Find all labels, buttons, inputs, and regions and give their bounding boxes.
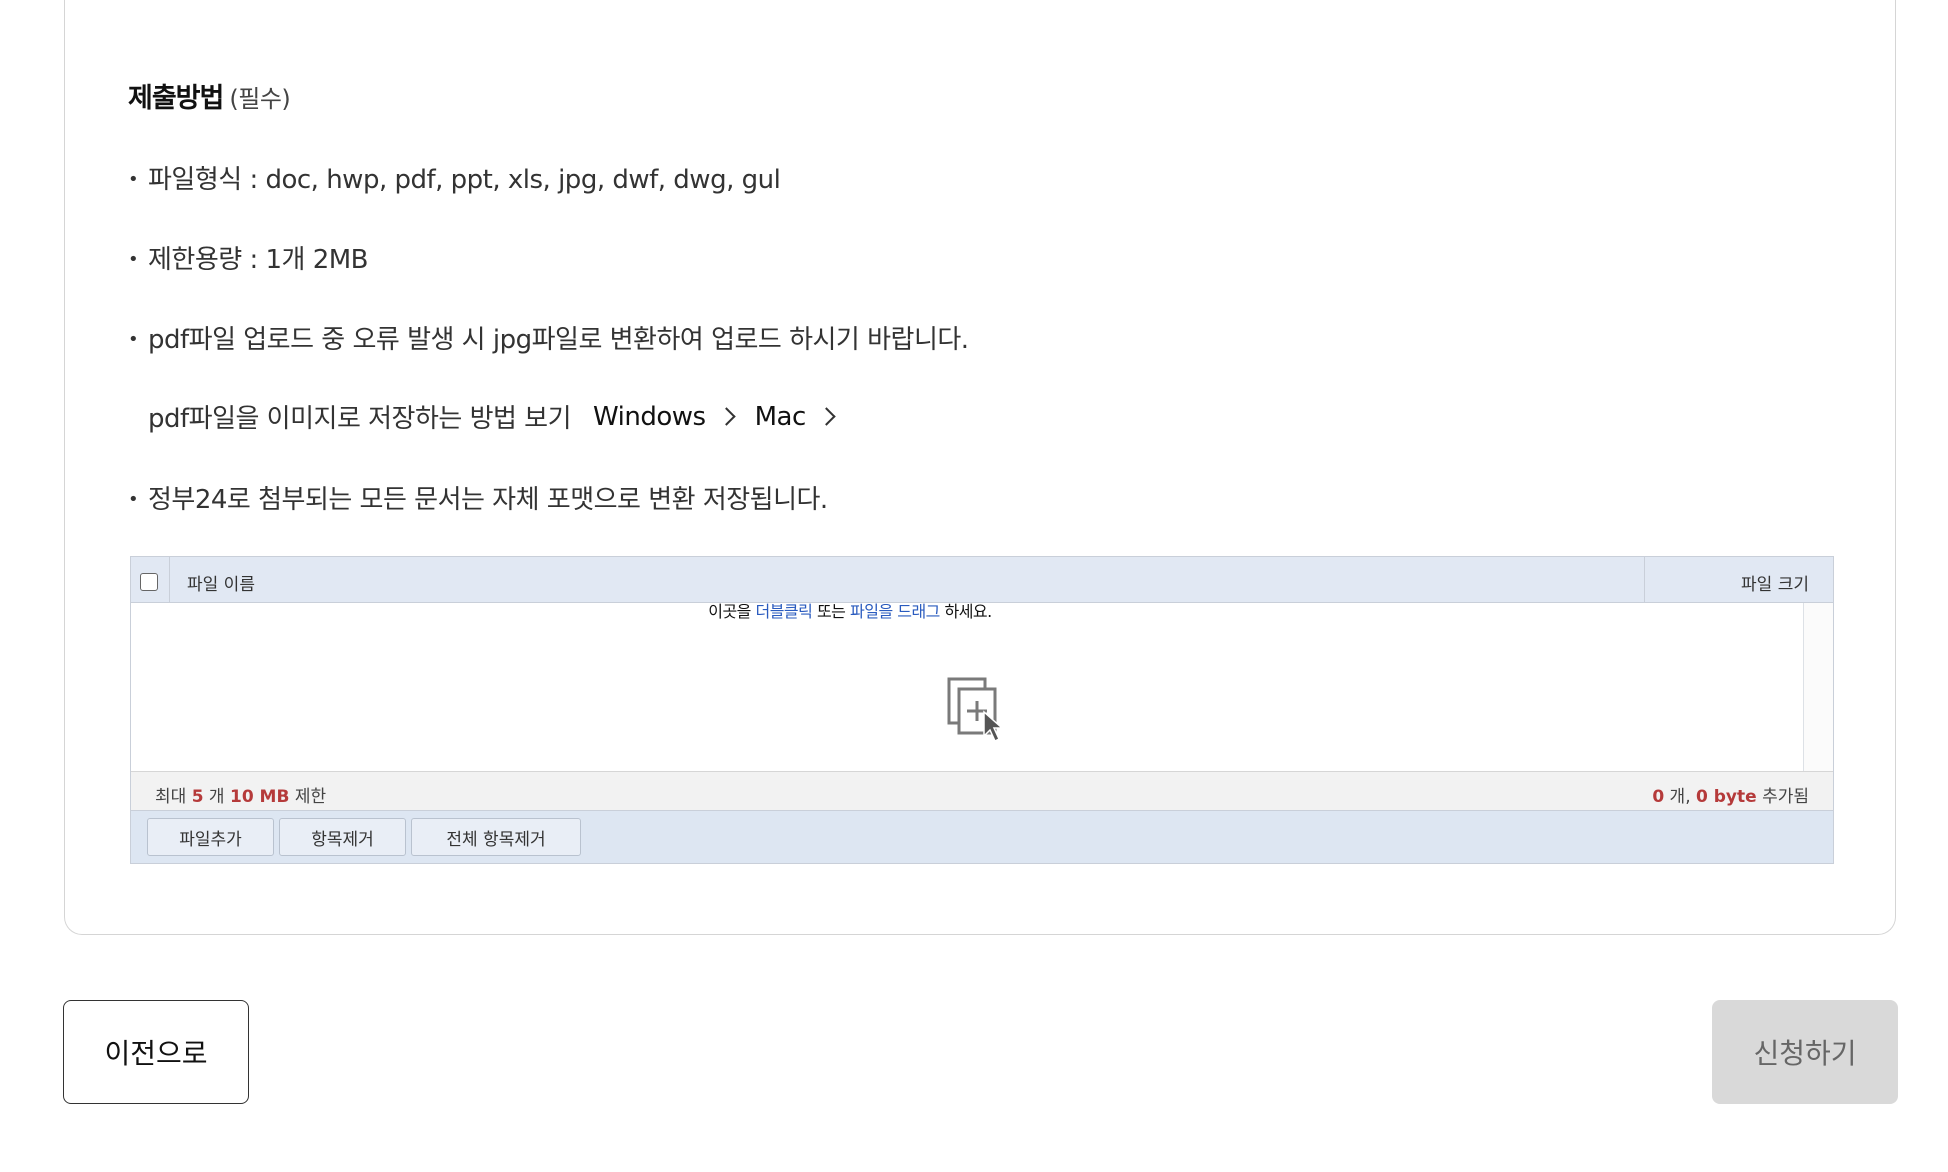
bullet-pdf-error: • pdf파일 업로드 중 오류 발생 시 jpg파일로 변환하여 업로드 하시기… [128,319,969,356]
chevron-right-icon [817,407,836,426]
bullet-file-format: • 파일형식 : doc, hwp, pdf, ppt, xls, jpg, dw… [128,159,781,196]
status-text: 제한 [289,787,327,807]
added-count: 0 [1652,787,1665,807]
hint-drag: 파일을 드래그 [850,602,940,621]
mac-link-label: Mac [754,401,807,432]
pdf-howto-row: pdf파일을 이미지로 저장하는 방법 보기 Windows Mac [148,398,855,435]
remove-item-button[interactable]: 항목제거 [279,818,406,856]
status-text: 최대 [155,787,192,807]
column-file-name: 파일 이름 [187,575,255,595]
column-file-size: 파일 크기 [1741,575,1809,595]
bullet-text: 정부24로 첨부되는 모든 문서는 자체 포맷으로 변환 저장됩니다. [148,485,828,515]
uploader-header: 파일 이름 파일 크기 [131,557,1833,603]
max-count: 5 [191,787,204,807]
windows-link-label: Windows [593,401,706,432]
file-add-cursor-icon [947,677,1004,743]
hint-text: 하세요. [939,602,992,621]
hint-doubleclick: 더블클릭 [755,602,813,621]
max-size: 10 MB [229,787,290,807]
section-title-text: 제출방법 [128,83,224,114]
status-text: 추가됨 [1756,787,1809,807]
status-text: 개, [1664,787,1697,807]
bullet-text: pdf파일 업로드 중 오류 발생 시 jpg파일로 변환하여 업로드 하시기 … [148,325,969,355]
status-text: 개 [203,787,230,807]
hint-text: 또는 [812,602,850,621]
bullet-convert-note: • 정부24로 첨부되는 모든 문서는 자체 포맷으로 변환 저장됩니다. [128,479,828,516]
added-size: 0 byte [1696,787,1757,807]
uploader-actions: 파일추가 항목제거 전체 항목제거 [131,811,1833,863]
chevron-right-icon [716,407,736,426]
bullet-text: 제한용량 : 1개 2MB [148,245,369,275]
select-all-cell [131,557,170,602]
previous-button[interactable]: 이전으로 [63,1000,249,1104]
scrollbar[interactable] [1803,603,1833,771]
select-all-checkbox[interactable] [140,573,158,591]
mac-link[interactable]: Mac [755,402,855,432]
bullet-text: 파일형식 : doc, hwp, pdf, ppt, xls, jpg, dwf… [148,165,781,195]
remove-all-button[interactable]: 전체 항목제거 [411,818,581,856]
required-label: (필수) [229,85,291,113]
status-added: 0 개, 0 byte 추가됨 [1652,782,1809,807]
windows-link[interactable]: Windows [593,402,755,432]
status-limit: 최대 5 개 10 MB 제한 [155,782,326,807]
bullet-size-limit: • 제한용량 : 1개 2MB [128,239,369,276]
uploader-status-bar: 최대 5 개 10 MB 제한 0 개, 0 byte 추가됨 [131,771,1833,811]
bullet-dot: • [128,329,139,350]
howto-label: pdf파일을 이미지로 저장하는 방법 보기 [148,404,572,434]
hint-text: 이곳을 [708,602,756,621]
bullet-dot: • [128,249,139,270]
drop-hint: 이곳을 더블클릭 또는 파일을 드래그 하세요. [130,598,1570,622]
column-file-size-cell: 파일 크기 [1644,557,1833,602]
bullet-dot: • [128,169,139,190]
add-file-button[interactable]: 파일추가 [147,818,274,856]
bullet-dot: • [128,489,139,510]
section-title: 제출방법 (필수) [128,76,291,115]
submit-button[interactable]: 신청하기 [1712,1000,1898,1104]
